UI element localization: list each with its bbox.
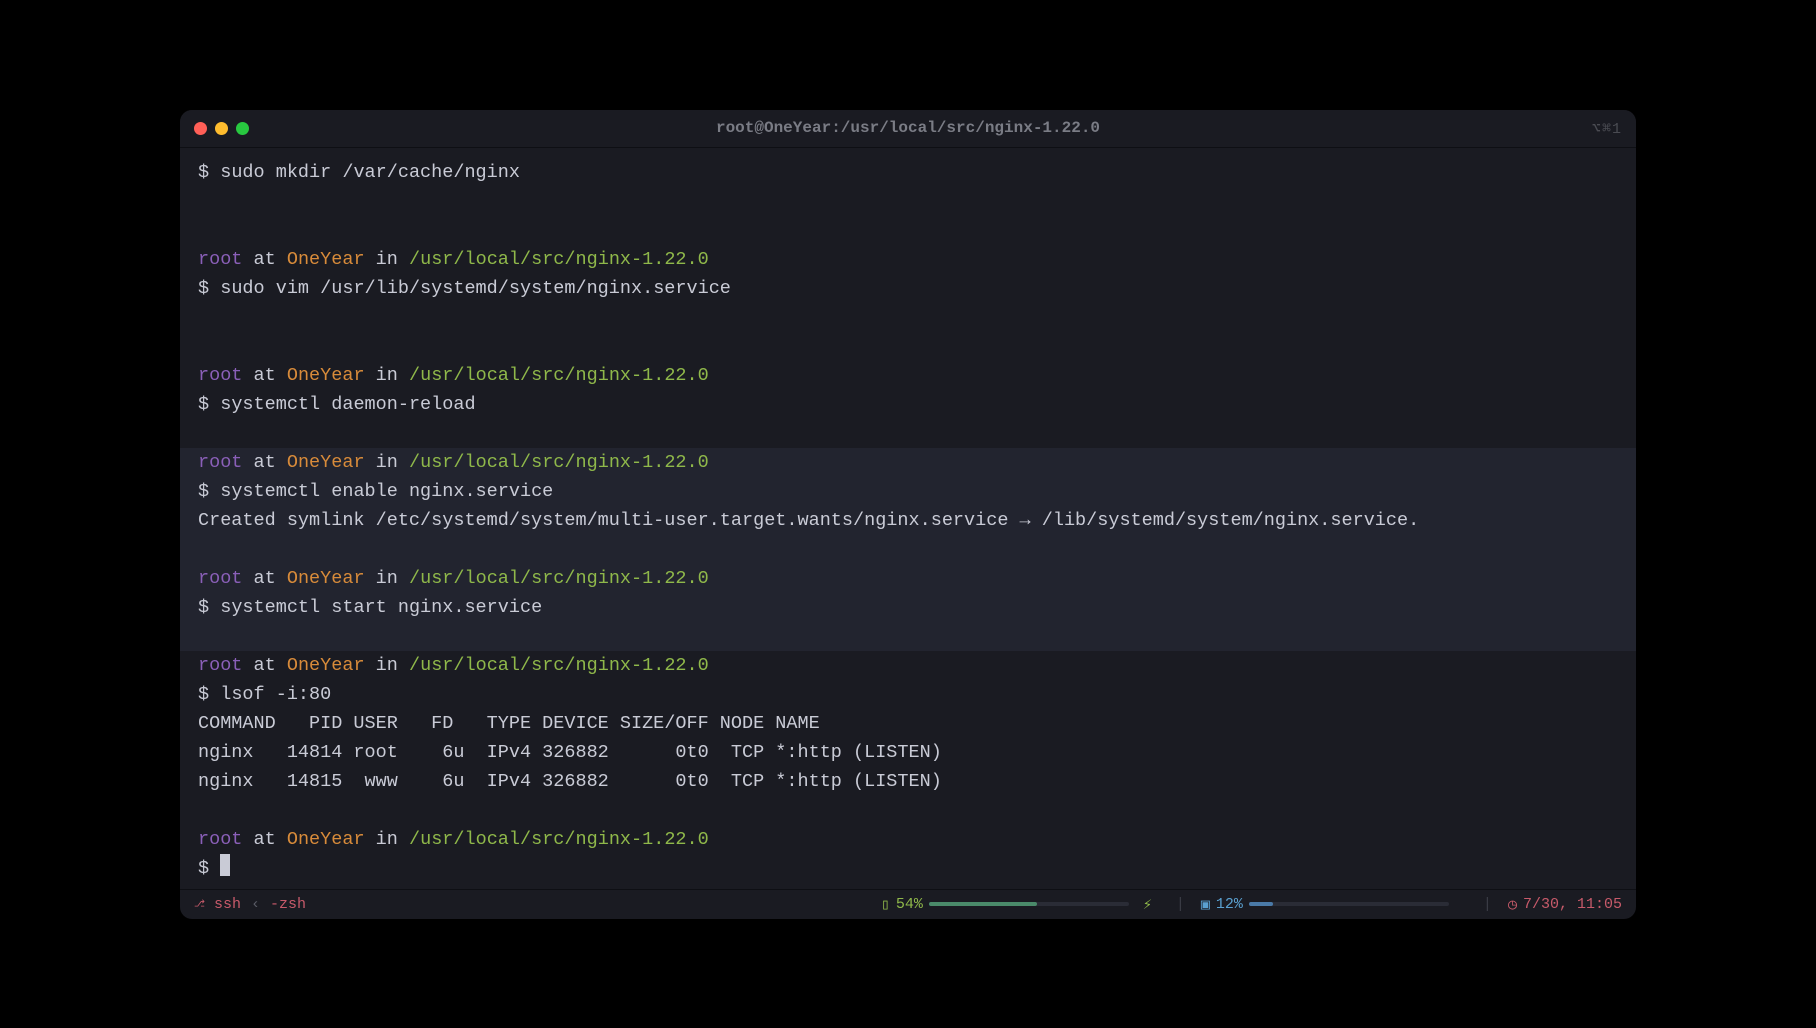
- terminal-line: root at OneYear in /usr/local/src/nginx-…: [180, 448, 1636, 477]
- terminal-line: nginx 14814 root 6u IPv4 326882 0t0 TCP …: [198, 738, 1618, 767]
- terminal-line: root at OneYear in /usr/local/src/nginx-…: [180, 564, 1636, 593]
- terminal-line: COMMAND PID USER FD TYPE DEVICE SIZE/OFF…: [198, 709, 1618, 738]
- status-clock: 7/30, 11:05: [1523, 896, 1622, 913]
- status-ssh: ssh: [214, 896, 241, 913]
- status-sep: ‹: [251, 896, 260, 913]
- battery-percent: 54%: [896, 896, 923, 913]
- terminal-line: $ sudo mkdir /var/cache/nginx: [198, 158, 1618, 187]
- pane-indicator: ⌥⌘1: [1592, 119, 1622, 138]
- status-shell: -zsh: [270, 896, 306, 913]
- terminal-line: root at OneYear in /usr/local/src/nginx-…: [198, 651, 1618, 680]
- branch-icon: ⎇: [194, 897, 208, 911]
- window-controls: [194, 122, 249, 135]
- terminal-line: [198, 796, 1618, 825]
- zoom-icon[interactable]: [236, 122, 249, 135]
- terminal-line: [198, 332, 1618, 361]
- close-icon[interactable]: [194, 122, 207, 135]
- terminal-line: nginx 14815 www 6u IPv4 326882 0t0 TCP *…: [198, 767, 1618, 796]
- svg-text:⎇: ⎇: [194, 898, 205, 909]
- divider: |: [1483, 896, 1492, 913]
- minimize-icon[interactable]: [215, 122, 228, 135]
- terminal-line: root at OneYear in /usr/local/src/nginx-…: [198, 245, 1618, 274]
- cpu-bar-fill: [1249, 902, 1273, 906]
- terminal-line: [198, 187, 1618, 216]
- clock-icon: ◷: [1508, 895, 1517, 914]
- terminal-line: [198, 216, 1618, 245]
- battery-icon: ▯: [881, 895, 890, 914]
- cpu-percent: 12%: [1216, 896, 1243, 913]
- terminal-line: [180, 622, 1636, 651]
- terminal-line: $ systemctl start nginx.service: [180, 593, 1636, 622]
- terminal-line: [198, 303, 1618, 332]
- terminal-body[interactable]: $ sudo mkdir /var/cache/nginx root at On…: [180, 148, 1636, 889]
- terminal-window: root@OneYear:/usr/local/src/nginx-1.22.0…: [180, 110, 1636, 919]
- battery-bar: [929, 902, 1129, 906]
- battery-bar-fill: [929, 902, 1037, 906]
- charging-icon: ⚡: [1143, 895, 1152, 914]
- status-left: ⎇ ssh ‹ -zsh: [194, 896, 306, 913]
- cpu-bar: [1249, 902, 1449, 906]
- status-right: | ◷ 7/30, 11:05: [1473, 895, 1622, 914]
- status-bar: ⎇ ssh ‹ -zsh ▯ 54% ⚡ | ▣ 12% | ◷ 7/30, 1…: [180, 889, 1636, 919]
- terminal-line: $ systemctl daemon-reload: [198, 390, 1618, 419]
- terminal-line: root at OneYear in /usr/local/src/nginx-…: [198, 361, 1618, 390]
- terminal-line: $ systemctl enable nginx.service: [180, 477, 1636, 506]
- terminal-line: Created symlink /etc/systemd/system/mult…: [180, 506, 1636, 535]
- terminal-line: [198, 419, 1618, 448]
- terminal-line: root at OneYear in /usr/local/src/nginx-…: [198, 825, 1618, 854]
- window-title: root@OneYear:/usr/local/src/nginx-1.22.0: [180, 119, 1636, 137]
- terminal-line: $: [198, 854, 1618, 883]
- titlebar: root@OneYear:/usr/local/src/nginx-1.22.0…: [180, 110, 1636, 148]
- cpu-icon: ▣: [1201, 895, 1210, 914]
- terminal-line: [180, 535, 1636, 564]
- terminal-line: $ lsof -i:80: [198, 680, 1618, 709]
- terminal-line: $ sudo vim /usr/lib/systemd/system/nginx…: [198, 274, 1618, 303]
- divider: |: [1176, 896, 1185, 913]
- status-center: ▯ 54% ⚡ | ▣ 12%: [881, 895, 1449, 914]
